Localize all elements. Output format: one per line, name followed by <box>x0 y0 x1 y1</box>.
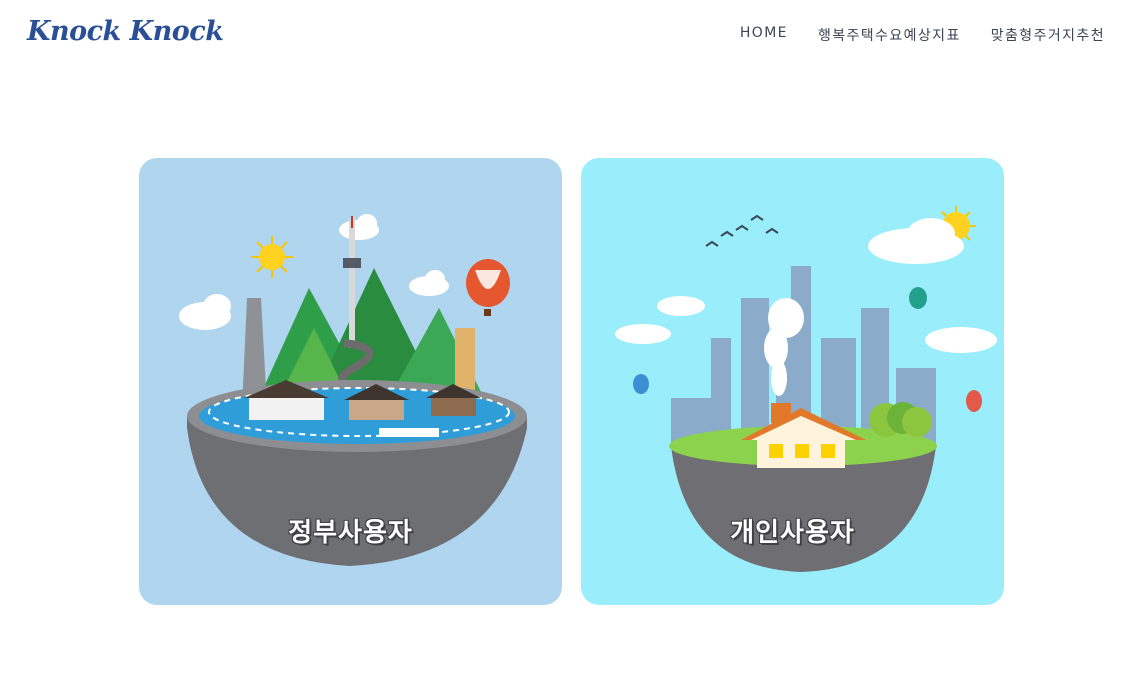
nav-home[interactable]: HOME <box>740 25 788 45</box>
sun-icon <box>251 236 293 278</box>
nav-housing-recommendation[interactable]: 맞춤형주거지추천 <box>991 25 1105 45</box>
site-header: Knock Knock HOME 행복주택수요예상지표 맞춤형주거지추천 <box>0 0 1131 70</box>
site-logo[interactable]: Knock Knock <box>27 16 224 47</box>
nav-demand-index[interactable]: 행복주택수요예상지표 <box>818 25 961 45</box>
government-user-label: 정부사용자 <box>288 518 413 548</box>
individual-user-card[interactable]: 개인사용자 <box>581 158 1004 605</box>
main-nav: HOME 행복주택수요예상지표 맞춤형주거지추천 <box>740 25 1105 45</box>
government-user-card[interactable]: 정부사용자 <box>139 158 562 605</box>
bird-icon <box>705 214 779 247</box>
balloon-icon <box>466 259 510 316</box>
individual-user-label: 개인사용자 <box>730 518 855 548</box>
